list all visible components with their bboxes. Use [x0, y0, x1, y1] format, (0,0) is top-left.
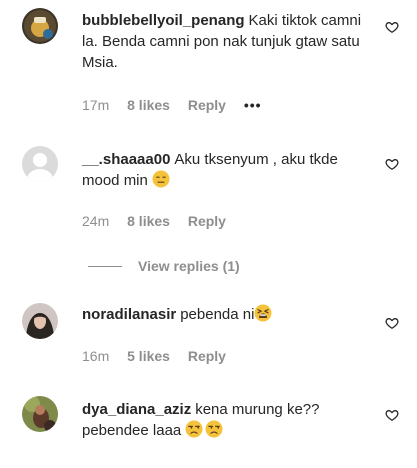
comment-body: bubblebellyoil_penang Kaki tiktok camni l… [82, 10, 372, 73]
comment-meta: 24m 8 likes Reply [82, 213, 240, 229]
unamused-face-icon [185, 420, 203, 438]
reply-button[interactable]: Reply [188, 213, 226, 229]
reply-button[interactable]: Reply [188, 348, 226, 364]
comment-text: pebenda ni [180, 306, 255, 323]
heart-icon[interactable] [385, 408, 399, 422]
expressionless-face-icon [152, 170, 170, 188]
divider-line [88, 265, 122, 267]
username[interactable]: bubblebellyoil_penang [82, 12, 245, 29]
heart-icon[interactable] [385, 157, 399, 171]
timestamp: 17m [82, 97, 110, 113]
avatar[interactable] [22, 8, 58, 44]
likes-count[interactable]: 8 likes [127, 213, 170, 229]
avatar[interactable] [22, 146, 58, 182]
username[interactable]: dya_diana_aziz [82, 401, 191, 418]
comment-body: __.shaaaa00 Aku tksenyum , aku tkde mood … [82, 149, 372, 191]
view-replies-button[interactable]: View replies (1) [88, 256, 240, 276]
username[interactable]: noradilanasir [82, 306, 176, 323]
avatar[interactable] [22, 303, 58, 339]
likes-count[interactable]: 8 likes [127, 97, 170, 113]
heart-icon[interactable] [385, 316, 399, 330]
reply-button[interactable]: Reply [188, 97, 226, 113]
tired-face-icon [254, 304, 272, 322]
comment-meta: 17m 8 likes Reply ••• [82, 97, 276, 113]
comment-body: noradilanasir pebenda ni [82, 304, 372, 325]
likes-count[interactable]: 5 likes [127, 348, 170, 364]
avatar[interactable] [22, 396, 58, 432]
more-options-icon[interactable]: ••• [244, 97, 262, 113]
comment-meta: 16m 5 likes Reply [82, 348, 240, 364]
heart-icon[interactable] [385, 20, 399, 34]
view-replies-label[interactable]: View replies (1) [138, 258, 240, 274]
timestamp: 24m [82, 213, 110, 229]
comment-body: dya_diana_aziz kena murung ke?? pebendee … [82, 399, 372, 441]
username[interactable]: __.shaaaa00 [82, 151, 170, 168]
timestamp: 16m [82, 348, 110, 364]
unamused-face-icon [205, 420, 223, 438]
